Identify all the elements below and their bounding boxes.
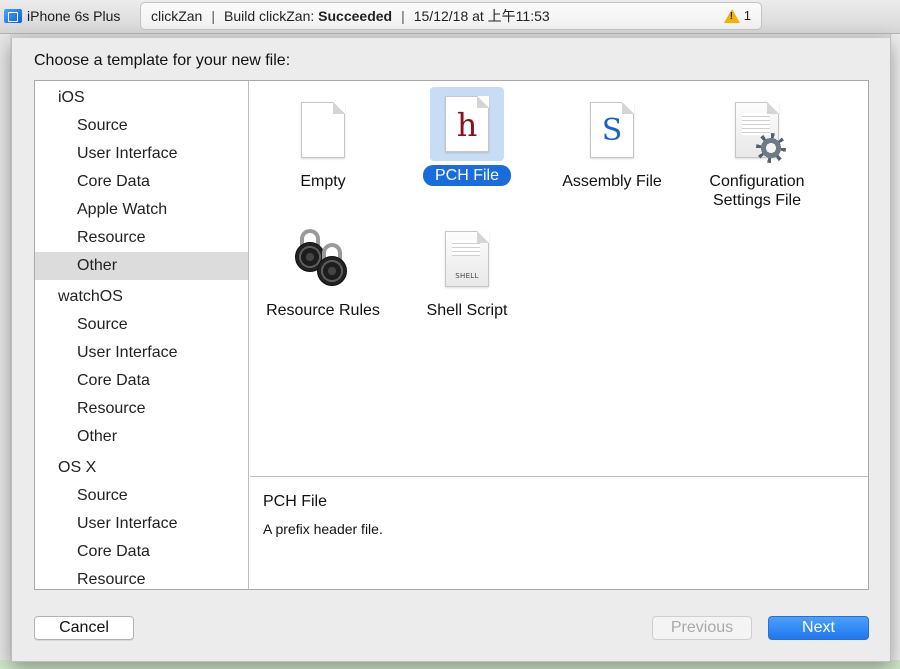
- sidebar-category-item[interactable]: Apple Watch: [35, 196, 248, 224]
- sidebar-platform-header: watchOS: [58, 288, 123, 305]
- sidebar-category-item[interactable]: Other: [35, 252, 248, 280]
- sidebar-category-item[interactable]: User Interface: [35, 140, 248, 168]
- sidebar-category-item[interactable]: Core Data: [35, 367, 248, 395]
- warning-count: 1: [743, 8, 751, 23]
- template-label: Empty: [300, 173, 346, 190]
- template-label: Shell Script: [426, 302, 508, 319]
- build-timestamp: 15/12/18 at 上午11:53: [413, 8, 550, 24]
- previous-button[interactable]: Previous: [652, 616, 752, 640]
- template-tile-shell-script[interactable]: SHELL Shell Script: [392, 222, 542, 321]
- template-tile-pch-file[interactable]: h PCH File: [392, 87, 542, 186]
- sidebar-category-item[interactable]: Core Data: [35, 168, 248, 196]
- sidebar-category-item[interactable]: Resource: [35, 224, 248, 252]
- shell-badge: SHELL: [455, 272, 479, 280]
- build-status: Succeeded: [318, 8, 393, 24]
- sidebar-category-item[interactable]: User Interface: [35, 510, 248, 538]
- device-name: iPhone 6s Plus: [27, 8, 121, 24]
- sidebar-category-item[interactable]: Resource: [35, 566, 248, 589]
- xcode-toolbar: iPhone 6s Plus clickZan | Build clickZan…: [0, 0, 900, 34]
- warning-icon: [723, 8, 740, 23]
- background-inspector-edge: [890, 34, 900, 669]
- gear-icon: [756, 133, 786, 163]
- scheme-device-selector[interactable]: iPhone 6s Plus: [2, 4, 130, 28]
- next-button[interactable]: Next: [768, 616, 869, 640]
- new-file-template-sheet: Choose a template for your new file: iOS…: [11, 38, 891, 662]
- build-label: Build clickZan: Succeeded: [224, 8, 393, 24]
- description-text: A prefix header file.: [263, 521, 383, 537]
- template-label: Assembly File: [562, 173, 662, 190]
- template-description-pane: PCH File A prefix header file.: [250, 476, 868, 589]
- sidebar-platform-header: iOS: [58, 89, 85, 106]
- template-tile-resource-rules[interactable]: Resource Rules: [248, 222, 398, 321]
- sheet-title: Choose a template for your new file:: [34, 52, 291, 69]
- warning-indicator[interactable]: 1: [723, 8, 751, 23]
- padlocks-icon: [293, 229, 353, 289]
- blank-document-icon: [301, 102, 345, 158]
- template-category-list[interactable]: iOS Source User Interface Core Data Apple Wa…: [35, 81, 249, 589]
- sidebar-platform-header: OS X: [58, 459, 97, 476]
- template-tile-assembly-file[interactable]: S Assembly File: [537, 93, 687, 192]
- header-h-document-icon: h: [445, 96, 489, 152]
- sidebar-category-item[interactable]: Source: [35, 482, 248, 510]
- settings-gear-document-icon: [735, 102, 786, 163]
- template-label: Configuration Settings File: [709, 173, 805, 209]
- template-tile-empty[interactable]: Empty: [248, 93, 398, 192]
- sidebar-category-item[interactable]: Source: [35, 311, 248, 339]
- sidebar-category-item[interactable]: User Interface: [35, 339, 248, 367]
- description-title: PCH File: [263, 493, 328, 510]
- template-label: PCH File: [422, 165, 511, 186]
- sidebar-category-item[interactable]: Source: [35, 112, 248, 140]
- background-window-edge: [0, 34, 10, 660]
- activity-status-bar: clickZan | Build clickZan: Succeeded | 1…: [140, 2, 762, 30]
- assembly-s-document-icon: S: [590, 102, 634, 158]
- sidebar-category-item[interactable]: Other: [35, 423, 248, 451]
- template-label: Resource Rules: [266, 302, 380, 319]
- sidebar-category-item[interactable]: Core Data: [35, 538, 248, 566]
- sidebar-category-item[interactable]: Resource: [35, 395, 248, 423]
- shell-document-icon: SHELL: [445, 231, 489, 287]
- cancel-button[interactable]: Cancel: [34, 616, 134, 640]
- project-name: clickZan: [151, 8, 203, 24]
- template-grid: Empty h PCH File S Assembly File Configu…: [250, 81, 868, 476]
- device-icon: [4, 9, 22, 23]
- template-chooser-panel: iOS Source User Interface Core Data Apple Wa…: [34, 80, 869, 590]
- template-tile-configuration-settings-file[interactable]: Configuration Settings File: [682, 93, 832, 211]
